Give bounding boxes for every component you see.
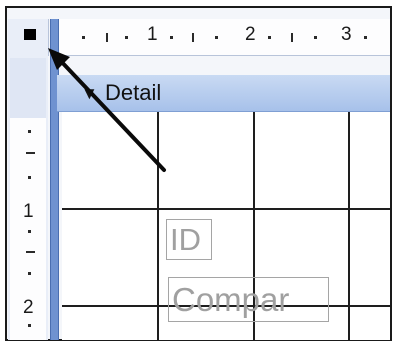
pointer-arrow-icon xyxy=(48,48,166,172)
